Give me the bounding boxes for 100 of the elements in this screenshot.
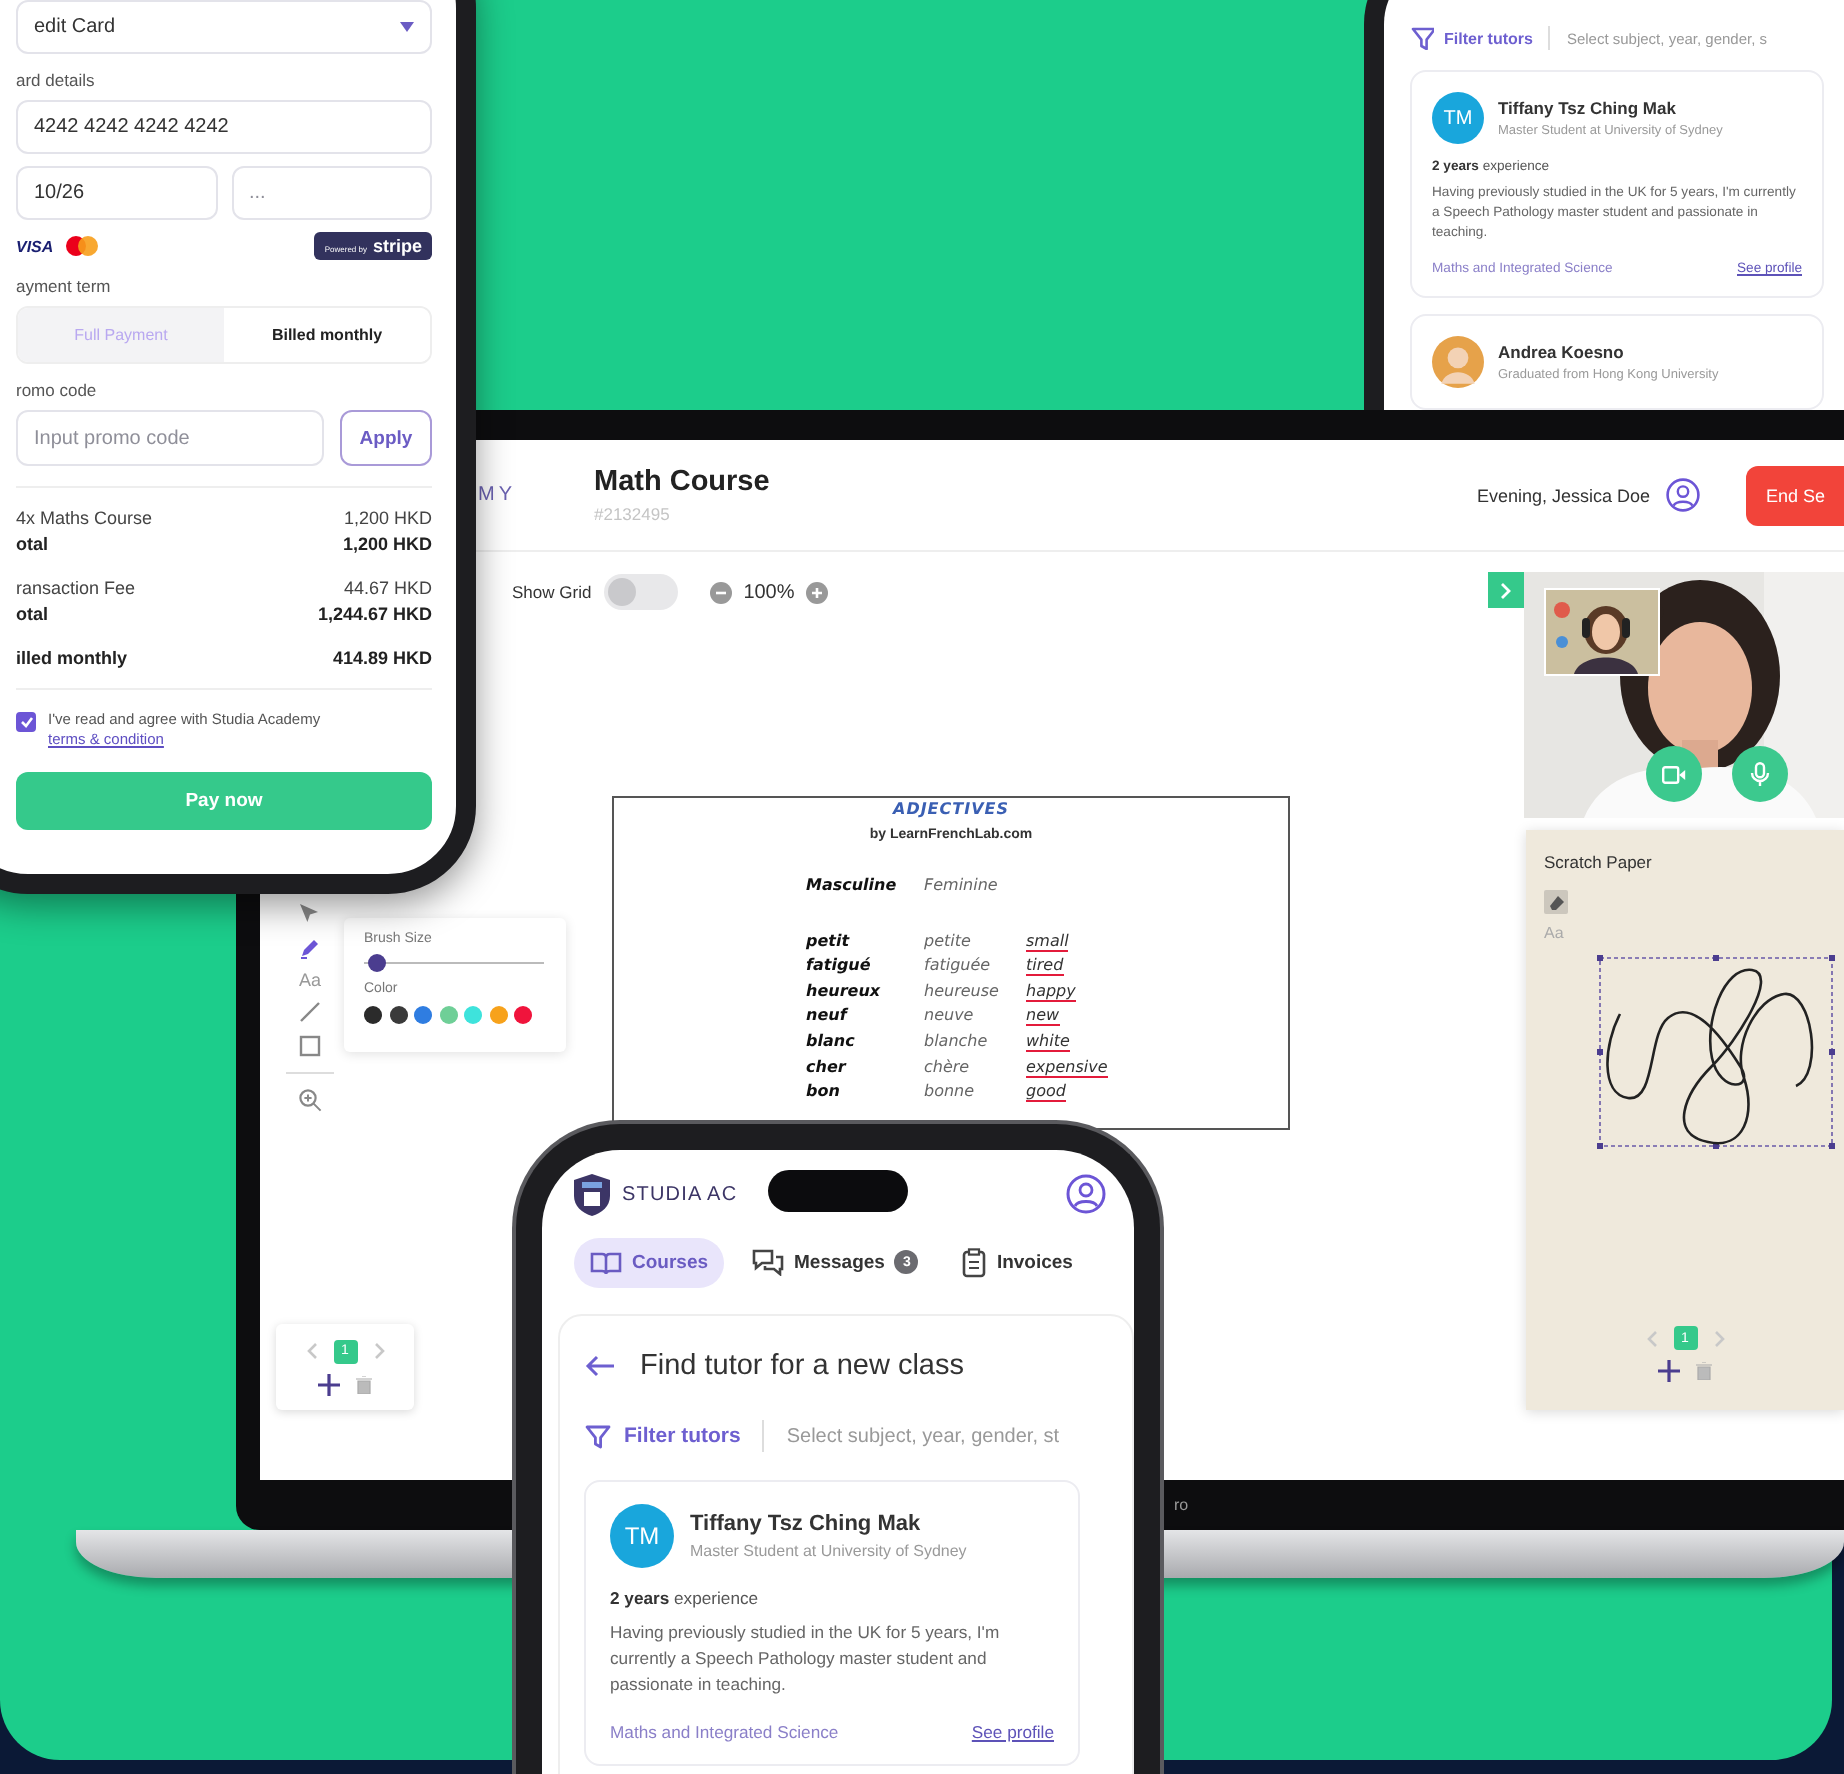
worksheet-word: petite	[924, 931, 973, 952]
rectangle-icon[interactable]	[298, 1034, 322, 1058]
page-title: Find tutor for a new class	[640, 1350, 964, 1382]
worksheet-word: chère	[924, 1057, 972, 1078]
card-number-field[interactable]: 4242 4242 4242 4242	[16, 100, 432, 154]
worksheet-word: blanche	[924, 1031, 990, 1052]
summary-amount: 1,244.67 HKD	[317, 602, 432, 628]
worksheet-word: white	[1026, 1031, 1070, 1052]
worksheet-word: happy	[1026, 981, 1076, 1002]
tutor-name: Tiffany Tsz Ching Mak	[690, 1512, 923, 1536]
selection-box[interactable]	[1597, 955, 1835, 1149]
worksheet-word: fatigué	[806, 956, 873, 977]
experience-text: 2 years experience	[610, 1588, 761, 1608]
course-id: #2132495	[594, 504, 672, 524]
worksheet-word: blanc	[806, 1031, 857, 1052]
color-swatch[interactable]	[414, 1006, 432, 1024]
chevron-right-icon	[1500, 581, 1512, 599]
scratch-paper-title: Scratch Paper	[1544, 852, 1654, 872]
clipboard-icon	[962, 1247, 987, 1277]
brand-name: STUDIA AC	[622, 1183, 738, 1205]
book-icon	[590, 1249, 622, 1275]
zoom-in-icon[interactable]	[806, 581, 829, 603]
tutor-name: Andrea Koesno	[1498, 342, 1626, 362]
chat-icon	[752, 1248, 785, 1276]
field-label: romo code	[16, 380, 99, 400]
apply-button[interactable]: Apply	[340, 410, 432, 466]
promo-code-field[interactable]: Input promo code	[16, 410, 324, 466]
pen-icon[interactable]	[298, 936, 322, 960]
back-arrow-icon[interactable]	[584, 1354, 616, 1378]
zoom-out-icon[interactable]	[709, 581, 732, 603]
worksheet-word: fatiguée	[924, 956, 993, 977]
color-swatch[interactable]	[389, 1006, 407, 1024]
user-icon[interactable]	[1066, 1174, 1106, 1214]
brand-text: MY	[478, 484, 516, 506]
summary-label: otal	[16, 602, 49, 628]
worksheet-word: new	[1026, 1006, 1060, 1027]
nav-tab[interactable]: Courses	[574, 1237, 725, 1287]
summary-amount: 1,200 HKD	[342, 532, 432, 558]
worksheet-word: bon	[806, 1082, 842, 1103]
worksheet-word: neuf	[806, 1006, 851, 1027]
worksheet-word: heureuse	[924, 981, 1001, 1002]
tutor-name: Tiffany Tsz Ching Mak	[1498, 98, 1678, 118]
payment-method-dropdown[interactable]: edit Card	[16, 0, 432, 54]
subject-label: Maths and Integrated Science	[610, 1722, 839, 1742]
caret-icon	[400, 22, 414, 32]
avatar-initials: TM	[1432, 92, 1484, 144]
filter-icon	[1410, 26, 1434, 50]
worksheet-word: expensive	[1026, 1057, 1108, 1078]
worksheet-word: small	[1026, 931, 1069, 952]
summary-amount: 44.67 HKD	[343, 576, 432, 602]
zoom-icon[interactable]	[298, 1088, 322, 1112]
color-swatch[interactable]	[364, 1006, 382, 1024]
see-profile-link[interactable]: See profile	[971, 1722, 1054, 1742]
show-grid-toggle[interactable]	[603, 574, 678, 610]
worksheet-word: neuve	[924, 1006, 976, 1027]
tutor-subtitle: Master Student at University of Sydney	[690, 1542, 967, 1560]
worksheet-word: petit	[806, 931, 852, 952]
logo-icon	[574, 1173, 610, 1215]
plus-icon[interactable]	[318, 1373, 340, 1395]
worksheet-word: tired	[1026, 956, 1064, 977]
worksheet-title: ADJECTIVES	[890, 800, 1011, 818]
user-icon[interactable]	[1666, 478, 1700, 512]
filter-tutors-button[interactable]: Filter tutors	[624, 1424, 741, 1448]
show-grid-label: Show Grid	[512, 582, 592, 602]
card-logo-icon	[65, 236, 98, 256]
cvc-field[interactable]: ...	[231, 166, 432, 220]
worksheet-heading: Feminine	[924, 876, 1000, 896]
agree-checkbox[interactable]	[16, 712, 36, 732]
camera-notch	[768, 1170, 908, 1212]
end-session-button[interactable]: End Se	[1746, 465, 1844, 525]
summary-label: 4x Maths Course	[16, 506, 153, 532]
line-icon[interactable]	[298, 1000, 322, 1024]
worksheet-heading: Masculine	[806, 876, 899, 896]
summary-amount: 1,200 HKD	[343, 506, 432, 532]
color-swatch[interactable]	[514, 1006, 532, 1024]
field-label: ard details	[16, 70, 97, 90]
color-swatch[interactable]	[464, 1006, 482, 1024]
summary-amount: 414.89 HKD	[332, 646, 432, 672]
field-label: ayment term	[16, 276, 113, 296]
plus-icon[interactable]	[1658, 1360, 1680, 1382]
text-tool[interactable]: Aa	[298, 970, 321, 990]
card-brand-label: VISA	[16, 237, 54, 255]
eraser-icon[interactable]	[1547, 893, 1565, 911]
color-swatch[interactable]	[489, 1006, 507, 1024]
filter-tutors-button[interactable]: Filter tutors	[1444, 29, 1533, 47]
expiry-field[interactable]: 10/26	[16, 166, 217, 220]
avatar-icon	[1432, 336, 1484, 388]
summary-label: ransaction Fee	[16, 576, 136, 602]
tutor-bio: Having previously studied in the UK for 5 years, I'm currently a Speech Pathology master student and passionate in teaching.	[610, 1620, 1002, 1698]
nav-tab[interactable]: Invoices	[946, 1235, 1089, 1289]
slider-thumb[interactable]	[368, 954, 387, 972]
pointer-icon[interactable]	[298, 902, 322, 926]
summary-label: illed monthly	[16, 646, 128, 672]
avatar-initials: TM	[610, 1504, 674, 1568]
tutor-search-field[interactable]: Select subject, year, gender, st	[786, 1425, 1108, 1447]
worksheet-word: bonne	[924, 1082, 977, 1103]
color-swatch[interactable]	[439, 1006, 457, 1024]
worksheet-word: heureux	[806, 981, 883, 1002]
course-title: Math Course	[594, 466, 770, 498]
zoom-level: 100%	[743, 581, 795, 603]
